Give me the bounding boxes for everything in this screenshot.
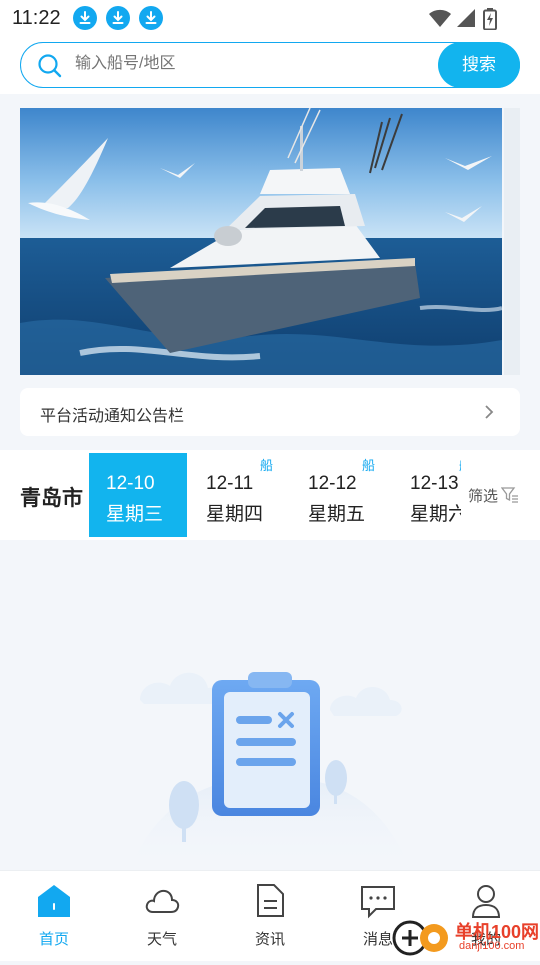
yacht-banner-image (20, 108, 502, 375)
tab-label: 首页 (38, 931, 69, 948)
ship-tag: 船 (259, 458, 273, 473)
message-icon (361, 886, 395, 919)
watermark: 单机100网 danji100.com (392, 914, 540, 960)
search-bar: 搜索 (0, 36, 540, 94)
search-box[interactable]: 搜索 (20, 42, 520, 88)
notice-label: 平台活动通知公告栏 (40, 408, 185, 425)
date-day: 12-12 (308, 473, 357, 494)
date-day: 12-13 (410, 473, 459, 494)
watermark-url: danji100.com (459, 940, 525, 952)
wifi-icon (429, 9, 451, 27)
tab-home[interactable]: 首页 (0, 871, 108, 961)
banner-next-preview (504, 108, 520, 375)
date-day: 12-10 (106, 473, 155, 494)
date-weekday: 星期四 (206, 504, 264, 525)
date-weekday: 星期五 (308, 504, 366, 525)
date-day: 12-11 (206, 473, 254, 494)
cloud-icon (145, 889, 180, 913)
date-list: 12-10 星期三 船 12-11 星期四 船 12-12 星期五 船 12-1… (89, 453, 461, 537)
date-item[interactable]: 船 12-12 星期五 (291, 453, 389, 537)
download-icon (139, 6, 163, 30)
tab-weather[interactable]: 天气 (108, 871, 216, 961)
ship-tag: 船 (361, 458, 375, 473)
status-time: 11:22 (12, 7, 61, 29)
chevron-right-icon (485, 405, 494, 419)
download-icon (106, 6, 130, 30)
signal-icon (457, 9, 475, 27)
tab-news[interactable]: 资讯 (216, 871, 324, 961)
date-item[interactable]: 12-10 星期三 (89, 453, 187, 537)
watermark-logo (392, 920, 448, 956)
document-icon (257, 884, 284, 917)
filter-icon[interactable] (501, 486, 519, 504)
date-item[interactable]: 船 12-13 星期六 (393, 453, 461, 537)
clipboard-empty-icon (130, 672, 410, 870)
search-input[interactable] (73, 54, 377, 74)
tab-label: 天气 (146, 931, 177, 948)
date-weekday: 星期三 (106, 504, 164, 525)
download-icon (73, 6, 97, 30)
date-selector: 青岛市 12-10 星期三 船 12-11 星期四 船 12-12 星期五 船 … (0, 450, 540, 540)
ship-tag: 船 (459, 455, 461, 474)
battery-charging-icon (483, 8, 497, 30)
tab-label: 资讯 (254, 931, 285, 948)
banner-carousel[interactable] (20, 108, 502, 375)
search-icon (38, 54, 62, 78)
date-item[interactable]: 船 12-11 星期四 (189, 453, 287, 537)
city-label[interactable]: 青岛市 (20, 482, 83, 512)
status-bar: 11:22 (0, 0, 540, 36)
date-weekday: 星期六 (410, 504, 461, 525)
notice-board[interactable]: 平台活动通知公告栏 (20, 388, 520, 436)
filter-button[interactable]: 筛选 (468, 485, 498, 506)
home-icon (38, 885, 70, 917)
search-button[interactable]: 搜索 (438, 42, 520, 88)
